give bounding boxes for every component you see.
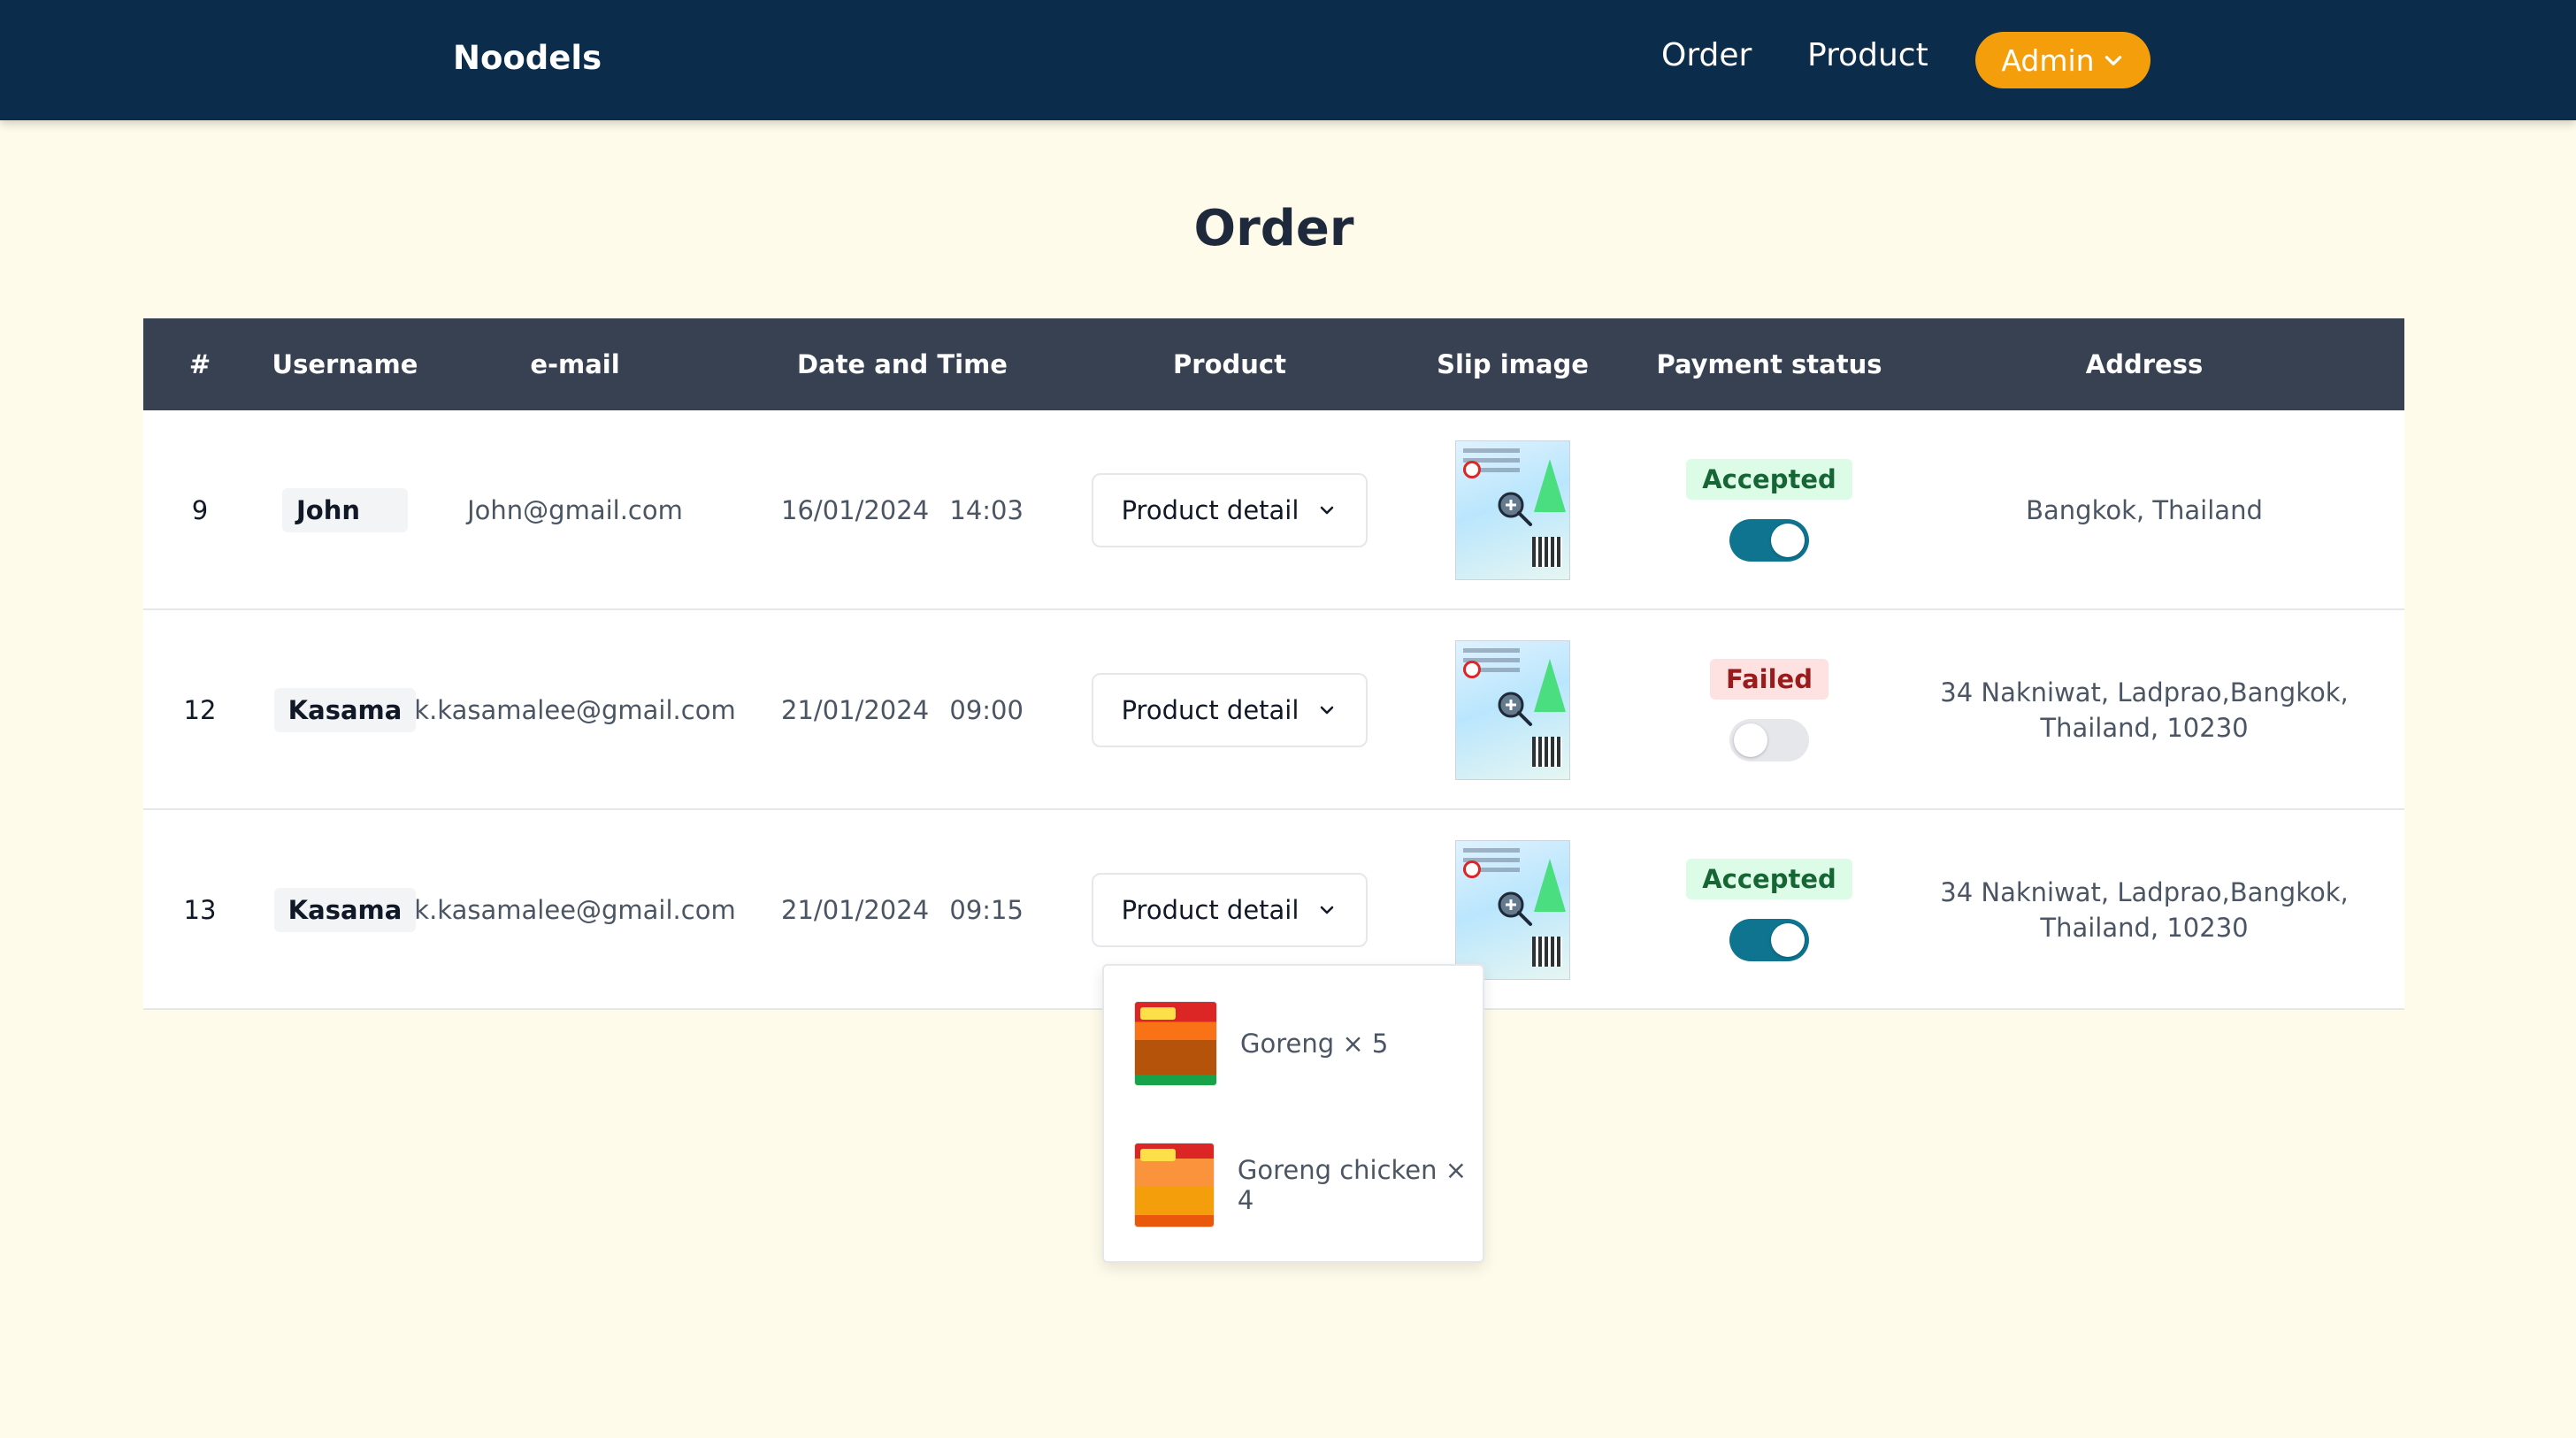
zoom-in-icon xyxy=(1498,891,1532,926)
chevron-down-icon xyxy=(1321,506,1334,515)
column-header-slip-image: Slip image xyxy=(1437,349,1589,379)
table-row: 12 Kasama k.kasamalee@gmail.com 21/01/20… xyxy=(143,610,2404,810)
payment-status-badge: Failed xyxy=(1710,659,1828,700)
slip-image-thumbnail[interactable] xyxy=(1455,840,1570,980)
brand-logo[interactable]: Noodels xyxy=(453,39,602,77)
qr-code-icon xyxy=(1532,937,1562,967)
email-text: John@gmail.com xyxy=(467,495,683,525)
date-time-text: 21/01/2024 09:15 xyxy=(781,895,1024,925)
email-text: k.kasamalee@gmail.com xyxy=(414,695,736,725)
payment-status-badge: Accepted xyxy=(1686,459,1852,500)
product-detail-label: Product detail xyxy=(1121,895,1300,925)
column-header-payment-status: Payment status xyxy=(1656,349,1882,379)
chevron-down-icon xyxy=(1321,906,1334,914)
product-detail-label: Product detail xyxy=(1121,495,1300,525)
zoom-in-icon xyxy=(1498,692,1532,726)
product-detail-button[interactable]: Product detail xyxy=(1092,473,1368,547)
zoom-in-icon xyxy=(1498,492,1532,526)
chevron-down-icon xyxy=(2104,56,2121,65)
dropdown-item-label: Goreng chicken × 4 xyxy=(1237,1155,1468,1215)
column-header-username: Username xyxy=(272,349,418,379)
address-text: 34 Nakniwat, Ladprao,Bangkok, Thailand, … xyxy=(1940,677,2349,743)
username-chip: Kasama xyxy=(273,888,417,932)
column-header-product: Product xyxy=(1173,349,1286,379)
product-detail-button[interactable]: Product detail xyxy=(1092,873,1368,947)
bank-logo-icon xyxy=(1463,661,1481,678)
payment-toggle[interactable] xyxy=(1729,719,1809,761)
slip-image-thumbnail[interactable] xyxy=(1455,640,1570,780)
page-title: Order xyxy=(1193,200,1354,257)
email-text: k.kasamalee@gmail.com xyxy=(414,895,736,925)
top-navbar: Noodels Order Product Admin xyxy=(0,0,2576,120)
admin-menu-button[interactable]: Admin xyxy=(1975,32,2150,88)
dropdown-item-product[interactable]: Goreng × 5 xyxy=(1134,1001,1388,1086)
noodle-pack-image xyxy=(1134,1143,1215,1228)
payment-status-badge: Accepted xyxy=(1686,859,1852,899)
dropdown-item-product[interactable]: Goreng chicken × 4 xyxy=(1134,1143,1483,1228)
qr-code-icon xyxy=(1532,537,1562,567)
date-time-text: 16/01/2024 14:03 xyxy=(781,495,1024,525)
column-header-date-time: Date and Time xyxy=(797,349,1008,379)
nav-link-product[interactable]: Product xyxy=(1807,37,1928,73)
order-id: 12 xyxy=(183,695,217,725)
product-detail-dropdown: Goreng × 5 Goreng chicken × 4 xyxy=(1102,964,1484,1263)
payment-toggle[interactable] xyxy=(1729,919,1809,961)
product-detail-label: Product detail xyxy=(1121,695,1300,725)
column-header-number: # xyxy=(188,349,211,379)
column-header-email: e-mail xyxy=(530,349,620,379)
admin-button-label: Admin xyxy=(2001,42,2095,78)
address-text: Bangkok, Thailand xyxy=(2026,495,2263,525)
orders-table: # Username e-mail Date and Time Product … xyxy=(143,318,2404,1010)
order-id: 13 xyxy=(183,895,217,925)
username-chip: Kasama xyxy=(273,688,417,732)
product-detail-button[interactable]: Product detail xyxy=(1092,673,1368,747)
username-chip: John xyxy=(282,488,408,532)
bank-logo-icon xyxy=(1463,461,1481,478)
address-text: 34 Nakniwat, Ladprao,Bangkok, Thailand, … xyxy=(1940,877,2349,943)
qr-code-icon xyxy=(1532,737,1562,767)
nav-link-order[interactable]: Order xyxy=(1661,37,1752,73)
noodle-pack-image xyxy=(1134,1001,1217,1086)
date-time-text: 21/01/2024 09:00 xyxy=(781,695,1024,725)
table-header-row: # Username e-mail Date and Time Product … xyxy=(143,318,2404,410)
slip-image-thumbnail[interactable] xyxy=(1455,440,1570,580)
chevron-down-icon xyxy=(1321,706,1334,715)
column-header-address: Address xyxy=(2085,349,2204,379)
order-id: 9 xyxy=(191,495,209,525)
table-row: 9 John John@gmail.com 16/01/2024 14:03 P… xyxy=(143,410,2404,610)
bank-logo-icon xyxy=(1463,861,1481,878)
dropdown-item-label: Goreng × 5 xyxy=(1240,1029,1389,1059)
payment-toggle[interactable] xyxy=(1729,519,1809,562)
